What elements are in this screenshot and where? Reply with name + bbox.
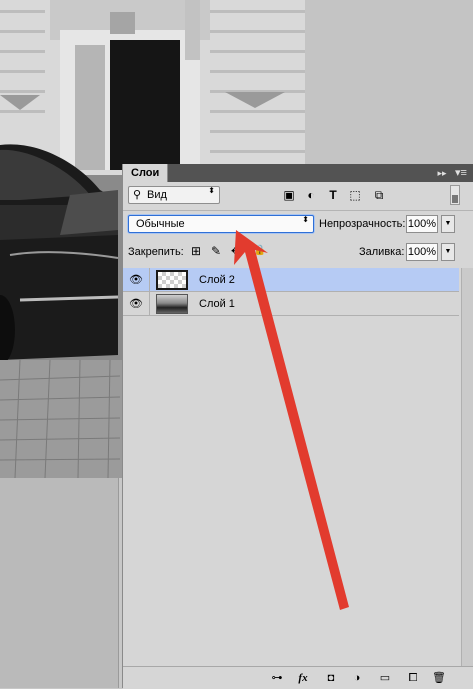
new-layer-icon[interactable]: ⧠ — [405, 671, 421, 685]
select-arrows-icon: ⬍ — [302, 215, 309, 224]
panel-tab-bar: Слои ▸▸ ▾≡ — [123, 164, 473, 182]
layer-filter-kind-select[interactable]: ⚲ Вид ⬍ — [128, 186, 220, 204]
layer-name[interactable]: Слой 2 — [199, 274, 235, 286]
filter-toggle-switch[interactable] — [450, 185, 460, 205]
lock-image-pixels-icon[interactable]: ✎ — [209, 244, 223, 258]
layers-list: 👁 Слой 2 👁 Слой 1 — [123, 268, 463, 678]
opacity-input[interactable]: 100% — [406, 215, 438, 233]
divider — [123, 210, 473, 211]
lock-position-icon[interactable]: ✥ — [229, 244, 243, 258]
fill-dropdown-button[interactable]: ▼ — [441, 243, 455, 261]
smart-object-filter-icon[interactable]: ⧉ — [371, 187, 387, 203]
canvas-pasteboard — [0, 478, 118, 688]
tab-layers[interactable]: Слои — [123, 164, 169, 182]
type-filter-icon[interactable]: T — [325, 187, 341, 203]
new-adjustment-layer-icon[interactable]: ◑ — [349, 671, 365, 685]
opacity-dropdown-button[interactable]: ▼ — [441, 215, 455, 233]
layer-row-sloi-2[interactable]: 👁 Слой 2 — [123, 268, 459, 292]
delete-layer-trash-icon[interactable]: 🗑 — [431, 671, 447, 685]
add-mask-icon[interactable]: ◘ — [323, 671, 339, 685]
opacity-label: Непрозрачность: — [319, 218, 406, 230]
shape-filter-icon[interactable]: ⬚ — [347, 187, 363, 203]
panel-menu-icon[interactable]: ▾≡ — [453, 166, 469, 180]
filter-kind-label: Вид — [147, 189, 167, 201]
eye-visibility-icon[interactable]: 👁 — [129, 273, 143, 287]
layer-row-sloi-1[interactable]: 👁 Слой 1 — [123, 292, 459, 316]
layers-scrollbar[interactable] — [461, 268, 473, 678]
lock-label: Закрепить: — [128, 246, 184, 258]
fill-input[interactable]: 100% — [406, 243, 438, 261]
blend-mode-select[interactable]: Обычные ⬍ — [128, 215, 314, 233]
new-group-folder-icon[interactable]: ▭ — [377, 671, 393, 685]
adjustment-filter-icon[interactable]: ◐ — [303, 187, 319, 203]
select-arrows-icon: ⬍ — [208, 186, 215, 195]
lock-transparent-pixels-icon[interactable]: ⊞ — [189, 244, 203, 258]
document-facade-right — [305, 0, 473, 165]
layer-name[interactable]: Слой 1 — [199, 298, 235, 310]
link-layers-icon[interactable]: ⊶ — [269, 671, 285, 685]
layer-thumbnail — [156, 294, 188, 314]
layer-thumbnail — [156, 270, 188, 290]
lock-all-icon[interactable]: 🔒 — [253, 244, 267, 258]
eye-visibility-icon[interactable]: 👁 — [129, 297, 143, 311]
blend-mode-value: Обычные — [136, 218, 185, 230]
layers-panel: Слои ▸▸ ▾≡ ⚲ Вид ⬍ ▣ ◐ T ⬚ ⧉ Обычные ⬍ Н… — [122, 164, 473, 689]
search-icon: ⚲ — [133, 189, 142, 201]
layers-bottom-toolbar: ⊶ fx ◘ ◑ ▭ ⧠ 🗑 — [123, 666, 473, 689]
collapse-panel-icon[interactable]: ▸▸ — [435, 166, 449, 180]
fill-label: Заливка: — [359, 246, 405, 258]
layer-style-fx-icon[interactable]: fx — [295, 671, 311, 685]
pixel-filter-icon[interactable]: ▣ — [281, 187, 297, 203]
